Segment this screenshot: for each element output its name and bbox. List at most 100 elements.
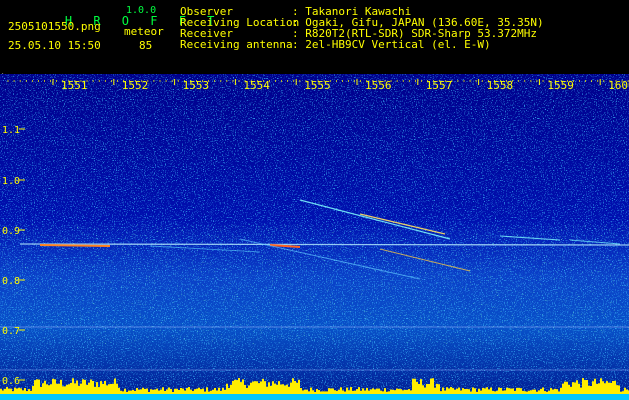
strength-bar: [598, 383, 600, 394]
strength-bar: [528, 390, 530, 394]
strength-bar: [388, 391, 390, 394]
strength-bar: [216, 390, 218, 394]
strength-bar: [308, 391, 310, 394]
strength-bar: [384, 388, 386, 394]
noise-layer-band: [0, 224, 629, 344]
strength-bar: [100, 381, 102, 394]
strength-bar: [140, 389, 142, 394]
strength-bar: [330, 388, 332, 394]
strength-bar: [568, 384, 570, 394]
strength-bar: [320, 391, 322, 394]
strength-bar: [322, 391, 324, 394]
strength-bar: [194, 389, 196, 394]
strength-bar: [488, 389, 490, 394]
strength-bar: [470, 391, 472, 394]
strength-bar: [10, 388, 12, 394]
strength-bar: [612, 380, 614, 394]
strength-bar: [318, 390, 320, 394]
strength-bar: [298, 379, 300, 394]
strength-bar: [542, 387, 544, 394]
strength-bar: [70, 382, 72, 394]
strength-bar: [18, 387, 20, 394]
strength-bar: [450, 387, 452, 394]
strength-bar: [222, 387, 224, 394]
strength-bar: [504, 390, 506, 394]
strength-bar: [202, 388, 204, 394]
strength-bar: [328, 388, 330, 394]
strength-bar: [198, 387, 200, 394]
filename-label: 2505101550.png: [8, 20, 101, 33]
strength-bar: [494, 391, 496, 394]
strength-bar: [46, 384, 48, 394]
strength-bar: [34, 380, 36, 394]
strength-bar: [76, 380, 78, 394]
strength-bar: [172, 391, 174, 394]
strength-bar: [560, 387, 562, 394]
strength-bar: [462, 388, 464, 394]
strength-bar: [290, 382, 292, 394]
strength-bar: [422, 385, 424, 394]
strength-bar: [360, 390, 362, 394]
strength-bar: [464, 389, 466, 394]
strength-bar: [110, 383, 112, 394]
strength-bar: [428, 384, 430, 394]
strength-bar: [56, 383, 58, 394]
strength-bar: [446, 387, 448, 394]
strength-bar: [260, 381, 262, 394]
strength-bar: [418, 383, 420, 394]
strength-bar: [162, 387, 164, 394]
strength-bar: [272, 381, 274, 394]
x-tick-label: 1559: [547, 79, 574, 92]
strength-bar: [586, 380, 588, 394]
strength-bar: [122, 391, 124, 394]
strength-bar: [148, 391, 150, 394]
strength-bar: [426, 383, 428, 394]
strength-bar: [274, 383, 276, 394]
strength-bar: [576, 380, 578, 394]
strength-bar: [180, 387, 182, 394]
x-tick-label: 1556: [365, 79, 392, 92]
strength-bar: [480, 390, 482, 394]
strength-bar: [514, 391, 516, 394]
strength-bar: [214, 387, 216, 394]
strength-bar: [150, 389, 152, 394]
strength-bar: [466, 388, 468, 394]
strength-bar: [60, 379, 62, 394]
strength-bar: [12, 391, 14, 394]
strength-bar: [452, 388, 454, 394]
strength-bar: [304, 389, 306, 394]
strength-bar: [240, 382, 242, 394]
y-tick-label: 1.0: [2, 176, 20, 187]
strength-bar: [0, 388, 2, 394]
strength-bar: [80, 383, 82, 394]
strength-bar: [170, 388, 172, 394]
strength-bar: [8, 388, 10, 394]
strength-bar: [344, 391, 346, 394]
strength-bar: [32, 385, 34, 394]
strength-bar: [396, 388, 398, 394]
strength-bar: [408, 389, 410, 394]
strength-bar: [424, 387, 426, 394]
strength-bar: [174, 388, 176, 394]
strength-bar: [442, 387, 444, 394]
strength-bar: [128, 390, 130, 394]
strength-bar: [242, 379, 244, 394]
strength-bar: [376, 388, 378, 394]
strength-bar: [200, 389, 202, 394]
strength-bar: [190, 389, 192, 394]
strength-bar: [386, 391, 388, 394]
strength-bar: [554, 388, 556, 394]
strength-bar: [346, 387, 348, 394]
strength-bar: [590, 386, 592, 394]
strength-bar: [64, 386, 66, 394]
strength-bar: [16, 388, 18, 394]
strength-bar: [106, 385, 108, 394]
strength-bar: [614, 380, 616, 394]
strength-bar: [398, 388, 400, 394]
strength-bar: [508, 388, 510, 394]
strength-bar: [182, 388, 184, 394]
strength-bar: [236, 380, 238, 394]
y-tick-label: 0.8: [2, 276, 20, 287]
strength-bar: [38, 379, 40, 394]
strength-bar: [66, 384, 68, 394]
